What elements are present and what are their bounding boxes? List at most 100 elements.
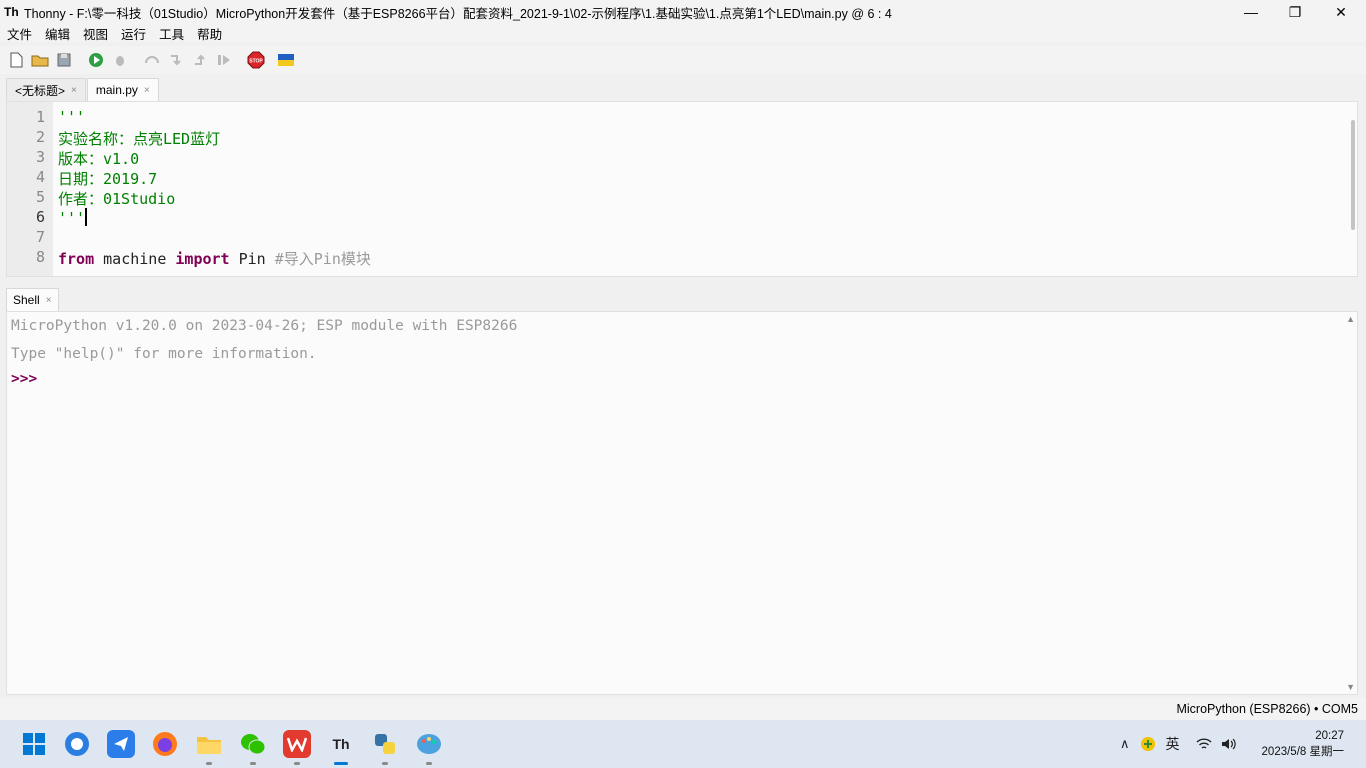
paper-plane-icon: [114, 737, 128, 751]
thonny-taskbar-icon: Th: [332, 736, 350, 752]
step-over-button[interactable]: [142, 50, 162, 70]
windows-logo-icon: [23, 733, 45, 755]
close-button[interactable]: ✕: [1318, 0, 1364, 24]
tab-label: <无标题>: [15, 83, 66, 98]
open-folder-icon: [31, 55, 49, 67]
line-number: 5: [35, 188, 45, 206]
wechat-icon: [241, 734, 266, 755]
stop-label: STOP: [249, 59, 263, 65]
code-line-8: from machine import Pin #导入Pin模块: [58, 248, 371, 269]
system-tray: ∧ 英: [1120, 720, 1238, 768]
step-into-button[interactable]: [166, 50, 186, 70]
editor-tabs: <无标题> × main.py ×: [6, 78, 160, 101]
running-indicator: [426, 762, 432, 765]
new-file-icon: [10, 52, 23, 68]
ime-indicator[interactable]: 英: [1166, 734, 1180, 754]
menu-help[interactable]: 帮助: [197, 24, 222, 43]
wifi-icon[interactable]: [1196, 737, 1212, 751]
debug-button[interactable]: [110, 50, 130, 70]
ukraine-flag-button[interactable]: [276, 50, 296, 70]
shell-close-icon[interactable]: ×: [46, 295, 52, 306]
menu-view[interactable]: 视图: [83, 24, 108, 43]
module-name: machine: [94, 250, 176, 268]
run-button[interactable]: [86, 50, 106, 70]
line-number: 2: [35, 128, 45, 146]
menu-run[interactable]: 运行: [121, 24, 146, 43]
taskbar-app-thonny[interactable]: Th: [327, 730, 355, 758]
shell-tab-label: Shell: [13, 293, 40, 307]
bug-icon: [116, 56, 124, 66]
taskbar-app-paint[interactable]: [415, 730, 443, 758]
thonny-logo-icon: Th: [4, 5, 19, 19]
browser-icon: [65, 732, 89, 756]
taskbar-app-browser[interactable]: [63, 730, 91, 758]
keyword-from: from: [58, 250, 95, 268]
running-indicator: [382, 762, 388, 765]
step-into-icon: [171, 55, 181, 66]
wps-icon: [287, 737, 307, 752]
title-bar: Th Thonny - F:\零一科技（01Studio）MicroPython…: [0, 0, 1366, 24]
imported-name: Pin: [229, 250, 275, 268]
keyword-import: import: [175, 250, 230, 268]
tab-label: main.py: [95, 83, 138, 97]
taskbar-app-firefox[interactable]: [151, 730, 179, 758]
interpreter-selector[interactable]: MicroPython (ESP8266) • COM5: [1176, 702, 1358, 716]
new-file-button[interactable]: [6, 50, 26, 70]
running-indicator: [294, 762, 300, 765]
taskbar-app-wps[interactable]: [283, 730, 311, 758]
palette-icon: [417, 734, 441, 754]
active-indicator: [334, 762, 348, 765]
step-out-button[interactable]: [190, 50, 210, 70]
step-over-icon: [145, 56, 159, 64]
line-number: 7: [35, 228, 45, 246]
firefox-icon: [153, 732, 177, 756]
app-tray-icon[interactable]: [1140, 736, 1156, 752]
scroll-down-icon[interactable]: ▼: [1346, 682, 1355, 692]
docstring-close: ''': [58, 209, 86, 227]
save-icon: [57, 53, 71, 67]
resume-icon: [218, 55, 230, 65]
folder-icon: [197, 737, 221, 754]
tab-close-icon[interactable]: ×: [144, 85, 150, 96]
tab-untitled[interactable]: <无标题> ×: [6, 78, 86, 101]
taskbar-app-python[interactable]: [371, 730, 399, 758]
code-comment: #导入Pin模块: [274, 250, 371, 268]
system-clock[interactable]: 20:27 2023/5/8 星期一: [1262, 728, 1344, 760]
minimize-button[interactable]: —: [1228, 0, 1274, 24]
running-indicator: [206, 762, 212, 765]
running-indicator: [250, 762, 256, 765]
code-editor[interactable]: 1 2 3 4 5 6 7 8 ''' 实验名称：点亮LED蓝灯 版本：v1.0…: [6, 101, 1358, 277]
menu-file[interactable]: 文件: [7, 24, 32, 43]
tab-close-icon[interactable]: ×: [71, 85, 77, 96]
restore-button[interactable]: ❐: [1272, 0, 1318, 24]
stop-button[interactable]: STOP: [246, 50, 266, 70]
run-icon: [89, 53, 103, 67]
taskbar-app-explorer[interactable]: [195, 730, 223, 758]
volume-icon[interactable]: [1220, 737, 1238, 751]
toolbar: STOP: [0, 46, 1366, 74]
shell-console[interactable]: MicroPython v1.20.0 on 2023-04-26; ESP m…: [6, 311, 1358, 695]
ukraine-flag-icon: [278, 54, 294, 66]
taskbar-app-wechat[interactable]: [239, 730, 267, 758]
status-bar: MicroPython (ESP8266) • COM5: [0, 698, 1366, 720]
code-line-4: 日期：2019.7: [58, 170, 158, 188]
shell-help-hint: Type "help()" for more information.: [11, 346, 317, 362]
menu-tools[interactable]: 工具: [159, 24, 184, 43]
code-line-2: 实验名称：点亮LED蓝灯: [58, 130, 221, 148]
shell-prompt[interactable]: >>>: [11, 371, 37, 387]
start-button[interactable]: [20, 730, 48, 758]
code-line-1: ''': [58, 108, 86, 126]
taskbar-app-mail[interactable]: [107, 730, 135, 758]
scroll-up-icon[interactable]: ▲: [1346, 314, 1355, 324]
editor-scrollbar[interactable]: [1351, 120, 1355, 230]
stop-icon: STOP: [247, 51, 265, 69]
tab-main-py[interactable]: main.py ×: [86, 78, 159, 101]
save-button[interactable]: [54, 50, 74, 70]
resume-button[interactable]: [214, 50, 234, 70]
open-file-button[interactable]: [30, 50, 50, 70]
menu-edit[interactable]: 编辑: [45, 24, 70, 43]
tab-shell[interactable]: Shell ×: [6, 288, 59, 311]
line-number: 1: [35, 108, 45, 126]
chevron-up-icon[interactable]: ∧: [1120, 736, 1130, 752]
taskbar: Th ∧ 英 20:27 2023/5/8 星期一: [0, 720, 1366, 768]
